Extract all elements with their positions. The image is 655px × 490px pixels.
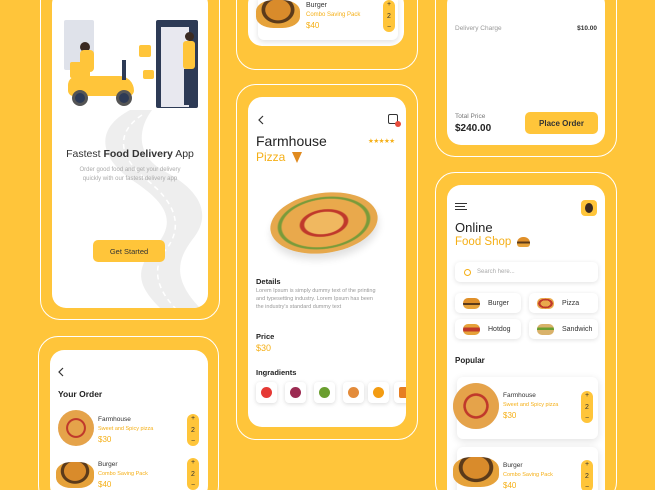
- plus-button[interactable]: +: [191, 459, 195, 466]
- back-icon[interactable]: [256, 115, 266, 125]
- ingredient-tomato[interactable]: [256, 382, 277, 403]
- burger-thumbnail: [56, 462, 94, 488]
- pizza-slice-icon: [291, 152, 302, 164]
- popular-heading: Popular: [455, 356, 485, 365]
- burger-thumbnail: [453, 457, 499, 487]
- delivery-scooter-illustration: [66, 42, 144, 108]
- bag-icon[interactable]: [388, 114, 401, 127]
- quantity-stepper[interactable]: + 2 −: [187, 414, 199, 446]
- search-field[interactable]: Search here...: [455, 262, 598, 282]
- details-heading: Details: [256, 277, 281, 286]
- cart-preview-screen: Burger Combo Saving Pack $40 + 2 −: [248, 0, 404, 46]
- plus-button[interactable]: +: [585, 461, 589, 468]
- order-title: Your Order: [58, 389, 103, 399]
- plus-button[interactable]: +: [191, 415, 195, 422]
- customer-illustration: [182, 32, 196, 108]
- details-text-1: Lorem Ipsum is simply dummy text of the …: [256, 288, 376, 294]
- burger-icon: [517, 236, 531, 247]
- splash-subtitle-1: Order good food and get your delivery: [79, 167, 181, 173]
- quantity-value: 2: [585, 403, 589, 411]
- minus-button[interactable]: −: [585, 415, 589, 422]
- plus-button[interactable]: +: [585, 392, 589, 399]
- sandwich-icon: [537, 323, 554, 335]
- category-pizza[interactable]: Pizza: [529, 293, 598, 313]
- item-name: Burger: [306, 2, 328, 9]
- quantity-value: 2: [387, 12, 391, 20]
- order-item-price: $30: [98, 435, 112, 444]
- popular-item-price: $30: [503, 411, 517, 420]
- hotdog-icon: [463, 323, 480, 335]
- popular-item-name: Farmhouse: [503, 392, 536, 399]
- popular-item-description: Sweet and Spicy pizza: [503, 402, 559, 408]
- minus-button[interactable]: −: [585, 484, 589, 490]
- category-burger[interactable]: Burger: [455, 293, 521, 313]
- pizza-thumbnail: [453, 383, 499, 429]
- quantity-stepper[interactable]: + 2 −: [187, 458, 199, 490]
- quantity-value: 2: [191, 426, 195, 434]
- delivery-charge-label: Delivery Charge: [455, 25, 502, 32]
- category-hotdog[interactable]: Hotdog: [455, 319, 521, 339]
- burger-icon: [463, 297, 480, 309]
- product-title-line1: Farmhouse: [256, 133, 327, 149]
- popular-item-name: Burger: [503, 462, 523, 469]
- quantity-stepper[interactable]: + 2 −: [383, 0, 395, 32]
- price-heading: Price: [256, 332, 275, 341]
- details-text-3: the industry's standard dummy text: [256, 304, 342, 310]
- minus-button[interactable]: −: [191, 482, 195, 489]
- delivery-charge-value: $10.00: [577, 25, 597, 32]
- product-detail-screen: Farmhouse Pizza ★★★★★ Details Lorem Ipsu…: [248, 97, 406, 427]
- product-price: $30: [256, 343, 272, 353]
- ingredient-herb[interactable]: [314, 382, 335, 403]
- ingredients-heading: Ingradients: [256, 368, 297, 377]
- order-screen: Your Order Farmhouse Sweet and Spicy piz…: [50, 350, 208, 490]
- place-order-button[interactable]: Place Order: [525, 112, 598, 134]
- order-item-description: Sweet and Spicy pizza: [98, 426, 154, 432]
- ingredient-carrot[interactable]: [394, 382, 406, 403]
- splash-headline: Fastest Food Delivery App: [66, 148, 194, 160]
- bag-icon: [143, 70, 154, 79]
- product-title-line2: Pizza: [256, 150, 302, 164]
- order-item-name: Farmhouse: [98, 416, 131, 423]
- get-started-button[interactable]: Get Started: [93, 240, 165, 262]
- pizza-thumbnail: [58, 410, 94, 446]
- shop-title-line2: Food Shop: [455, 236, 531, 248]
- checkout-screen: Delivery Charge $10.00 Total Price $240.…: [447, 0, 605, 145]
- plus-button[interactable]: +: [387, 1, 391, 8]
- search-icon: [464, 268, 471, 276]
- shop-title-line1: Online: [455, 220, 493, 235]
- quantity-value: 2: [191, 470, 195, 478]
- pizza-image: [266, 185, 382, 261]
- order-item-price: $40: [98, 480, 112, 489]
- burger-thumbnail: [256, 0, 300, 28]
- item-price: $40: [306, 21, 320, 30]
- avatar-icon[interactable]: [581, 200, 597, 216]
- order-item-description: Combo Saving Pack: [98, 471, 148, 477]
- quantity-stepper[interactable]: + 2 −: [581, 391, 593, 423]
- details-text-2: and typesetting industry. Lorem Ipsum ha…: [256, 296, 373, 302]
- quantity-stepper[interactable]: + 2 −: [581, 460, 593, 490]
- splash-screen: Fastest Food Delivery App Order good foo…: [52, 0, 208, 308]
- total-price-label: Total Price: [455, 113, 486, 120]
- minus-button[interactable]: −: [387, 24, 391, 31]
- rating-stars: ★★★★★: [368, 138, 395, 145]
- back-icon[interactable]: [56, 367, 66, 377]
- ingredient-orange[interactable]: [368, 382, 389, 403]
- order-item-name: Burger: [98, 461, 118, 468]
- ingredient-mushroom[interactable]: [343, 382, 364, 403]
- popular-item-price: $40: [503, 481, 517, 490]
- category-sandwich[interactable]: Sandwich: [529, 319, 598, 339]
- splash-subtitle-2: quickly with our fastest delivery app: [82, 176, 178, 182]
- menu-icon[interactable]: [455, 203, 467, 210]
- pizza-icon: [537, 297, 554, 309]
- quantity-value: 2: [585, 472, 589, 480]
- item-description: Combo Saving Pack: [306, 12, 361, 18]
- shop-home-screen: Online Food Shop Search here... Burger P…: [447, 185, 605, 490]
- search-placeholder: Search here...: [477, 269, 515, 275]
- popular-item-description: Combo Saving Pack: [503, 472, 553, 478]
- ingredient-onion[interactable]: [285, 382, 306, 403]
- total-price-value: $240.00: [455, 123, 492, 134]
- minus-button[interactable]: −: [191, 438, 195, 445]
